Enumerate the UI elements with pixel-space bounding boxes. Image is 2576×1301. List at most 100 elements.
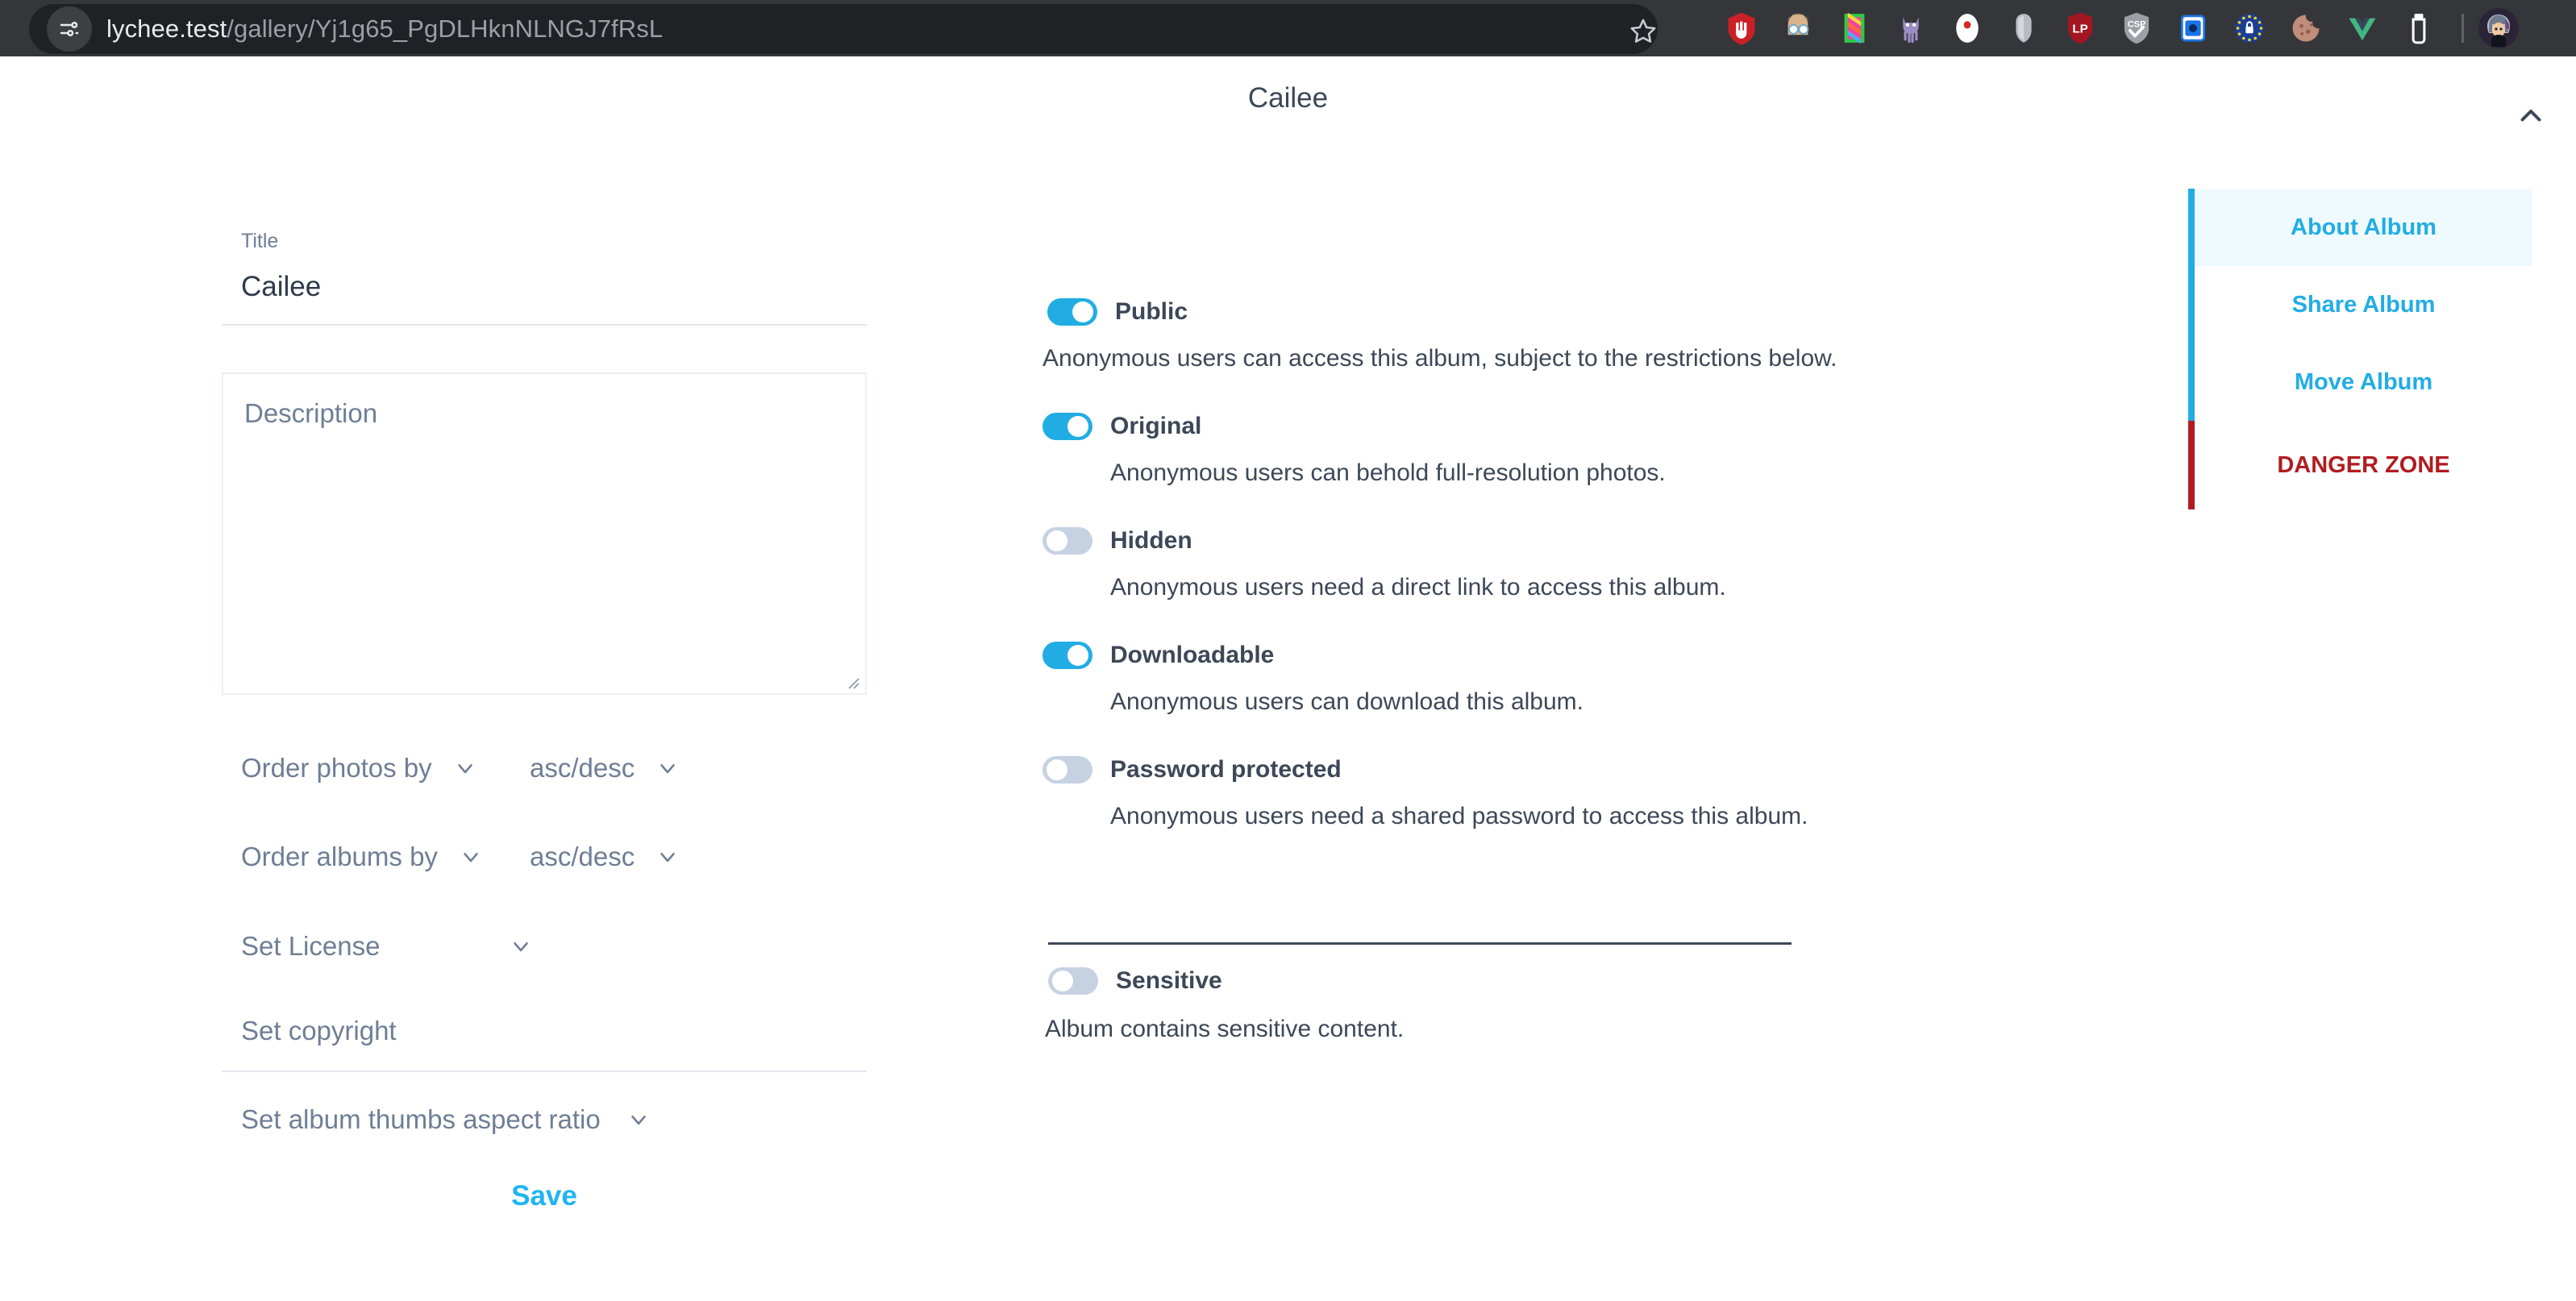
- title-field-label: Title: [241, 230, 279, 252]
- url-path: /gallery/Yj1g65_PgDLHknNLNGJ7fRsL: [227, 15, 664, 43]
- toggle-knob: [1047, 530, 1067, 551]
- url-text: lychee.test/gallery/Yj1g65_PgDLHknNLNGJ7…: [106, 15, 663, 44]
- chevron-down-icon: [626, 1108, 651, 1132]
- chevron-down-icon: [509, 934, 533, 958]
- sidebar-item-label: Move Album: [2294, 368, 2433, 395]
- chevron-down-icon: [453, 756, 477, 780]
- public-description: Anonymous users can access this album, s…: [1042, 345, 1837, 372]
- user-agent-switcher-icon[interactable]: [1770, 0, 1826, 56]
- tampermonkey-shield-icon[interactable]: [1995, 0, 2052, 56]
- cookie-editor-icon[interactable]: [2278, 0, 2334, 56]
- chevron-up-icon[interactable]: [2508, 94, 2553, 139]
- octotree-icon[interactable]: [1883, 0, 1939, 56]
- sidebar-item-share-album[interactable]: Share Album: [2188, 266, 2532, 343]
- sidebar-item-about-album[interactable]: About Album: [2188, 189, 2532, 266]
- order-photos-label: Order photos by: [241, 753, 432, 783]
- order-photos-direction-select[interactable]: asc/desc: [530, 753, 836, 784]
- url-host: lychee.test: [106, 15, 227, 43]
- description-textarea[interactable]: Description: [222, 372, 867, 695]
- eu-cookie-blocker-icon[interactable]: [2221, 0, 2278, 56]
- password-protected-label: Password protected: [1110, 756, 1342, 783]
- aspect-ratio-label: Set album thumbs aspect ratio: [241, 1104, 601, 1134]
- screen-recorder-icon[interactable]: [1939, 0, 1995, 56]
- chevron-down-icon: [655, 756, 680, 780]
- visibility-settings: Public Anonymous users can access this a…: [1042, 298, 1837, 830]
- extensions-strip: LP CSP: [1713, 0, 2519, 56]
- album-settings-page: Cailee Title Cailee Description Order ph…: [0, 56, 2576, 1301]
- toggle-block-password-protected: Password protected Anonymous users need …: [1042, 756, 1817, 830]
- hidden-toggle[interactable]: [1042, 527, 1092, 555]
- order-photos-direction-label: asc/desc: [530, 753, 635, 783]
- sidebar-item-move-album[interactable]: Move Album: [2188, 343, 2532, 421]
- set-license-label: Set License: [241, 931, 381, 961]
- sidebar-item-label: Share Album: [2291, 291, 2436, 318]
- original-label: Original: [1110, 413, 1202, 439]
- toggle-knob: [1067, 645, 1088, 666]
- browser-toolbar: lychee.test/gallery/Yj1g65_PgDLHknNLNGJ7…: [0, 0, 2576, 56]
- sidebar-item-label: About Album: [2291, 214, 2437, 240]
- order-albums-row: Order albums by asc/desc: [222, 813, 867, 901]
- lastpass-shield-icon[interactable]: LP: [2052, 0, 2108, 56]
- site-settings-icon[interactable]: [47, 6, 92, 52]
- toggle-block-hidden: Hidden Anonymous users need a direct lin…: [1042, 527, 1817, 601]
- chevron-down-icon: [459, 845, 483, 869]
- section-divider: [1048, 942, 1792, 945]
- order-albums-direction-label: asc/desc: [530, 842, 635, 871]
- colorzilla-icon[interactable]: [1826, 0, 1883, 56]
- ublock-origin-icon[interactable]: [1713, 0, 1770, 56]
- original-toggle-row: Original: [1042, 413, 1817, 440]
- hidden-label: Hidden: [1110, 527, 1192, 554]
- aspect-ratio-select[interactable]: Set album thumbs aspect ratio: [222, 1072, 867, 1167]
- save-button[interactable]: Save: [511, 1180, 577, 1212]
- toggle-block-sensitive: Sensitive Album contains sensitive conte…: [1045, 967, 1405, 1043]
- star-icon[interactable]: [1627, 15, 1659, 47]
- toggle-block-public: Public Anonymous users can access this a…: [1042, 298, 1837, 372]
- password-protected-description: Anonymous users need a shared password t…: [1110, 803, 1808, 829]
- order-photos-row: Order photos by asc/desc: [222, 724, 867, 813]
- album-form: Title Cailee Description Order photos by…: [222, 230, 867, 1212]
- page-title: Cailee: [1247, 82, 1329, 114]
- avatar[interactable]: [2478, 8, 2519, 48]
- public-toggle-row: Public: [1047, 298, 1817, 326]
- downloadable-toggle[interactable]: [1042, 642, 1092, 669]
- order-albums-direction-select[interactable]: asc/desc: [530, 842, 836, 872]
- toggle-block-downloadable: Downloadable Anonymous users can downloa…: [1042, 642, 1817, 716]
- address-bar[interactable]: lychee.test/gallery/Yj1g65_PgDLHknNLNGJ7…: [29, 4, 1658, 54]
- sensitive-toggle-row: Sensitive: [1048, 967, 1404, 995]
- sensitive-toggle[interactable]: [1048, 967, 1098, 995]
- hidden-toggle-row: Hidden: [1042, 527, 1817, 555]
- toggle-block-original: Original Anonymous users can behold full…: [1042, 413, 1817, 487]
- password-protected-toggle[interactable]: [1042, 756, 1092, 784]
- toggle-knob: [1052, 971, 1073, 991]
- sensitive-label: Sensitive: [1116, 967, 1222, 994]
- original-toggle[interactable]: [1042, 413, 1092, 440]
- vue-devtools-icon[interactable]: [2334, 0, 2391, 56]
- chevron-down-icon: [655, 845, 680, 869]
- order-photos-select[interactable]: Order photos by: [222, 753, 530, 784]
- original-description: Anonymous users can behold full-resoluti…: [1110, 459, 1666, 486]
- toggle-knob: [1067, 416, 1088, 437]
- json-viewer-icon[interactable]: [2165, 0, 2221, 56]
- sidebar-item-danger-zone[interactable]: DANGER ZONE: [2188, 421, 2532, 509]
- save-button-container: Save: [222, 1180, 867, 1212]
- set-copyright-input[interactable]: Set copyright: [222, 991, 867, 1072]
- toggle-knob: [1047, 759, 1067, 780]
- title-input[interactable]: Cailee: [222, 271, 867, 326]
- resize-handle-icon[interactable]: [843, 672, 860, 690]
- password-protected-toggle-row: Password protected: [1042, 756, 1817, 784]
- downloadable-toggle-row: Downloadable: [1042, 642, 1817, 669]
- downloadable-description: Anonymous users can download this album.: [1110, 688, 1583, 715]
- order-albums-label: Order albums by: [241, 842, 438, 871]
- sensitive-description: Album contains sensitive content.: [1045, 1016, 1405, 1042]
- downloadable-label: Downloadable: [1110, 642, 1275, 668]
- toolbar-divider: [2462, 14, 2464, 43]
- set-license-select[interactable]: Set License: [222, 901, 867, 991]
- csp-evaluator-icon[interactable]: CSP: [2108, 0, 2165, 56]
- sidebar-item-label: DANGER ZONE: [2277, 451, 2450, 478]
- public-label: Public: [1115, 298, 1188, 325]
- description-placeholder: Description: [244, 398, 378, 428]
- svg-text:LP: LP: [2072, 23, 2087, 36]
- clear-cache-icon[interactable]: [2391, 0, 2447, 56]
- public-toggle[interactable]: [1047, 298, 1097, 326]
- order-albums-select[interactable]: Order albums by: [222, 842, 530, 872]
